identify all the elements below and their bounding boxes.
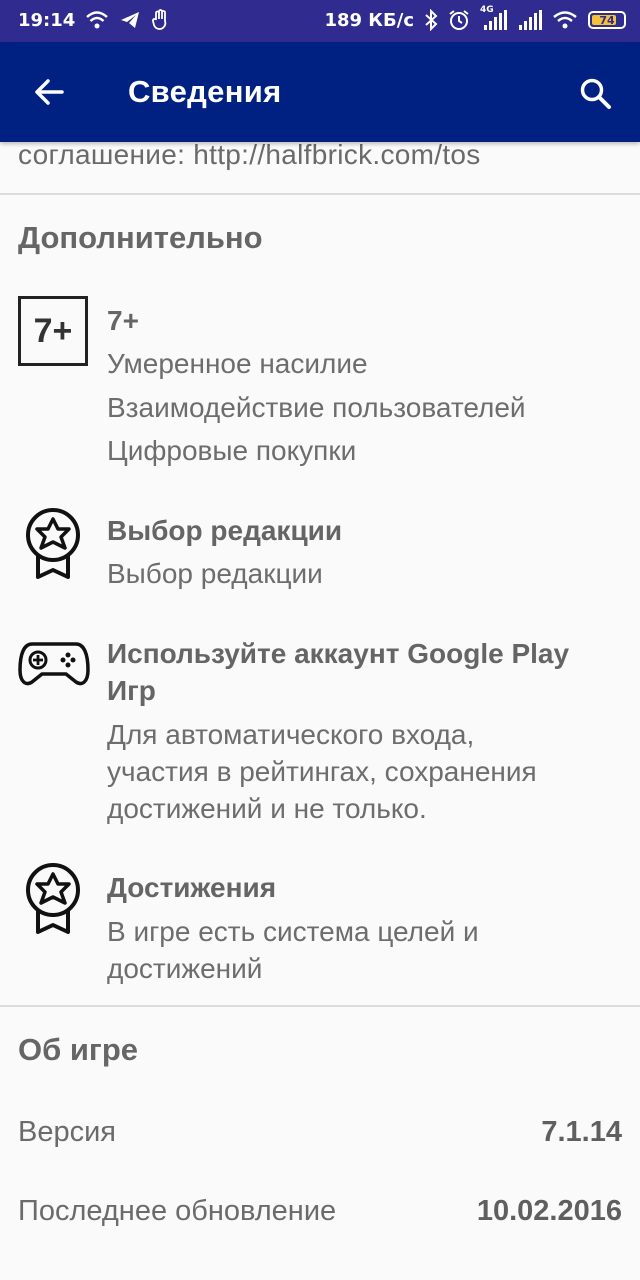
divider [0, 1005, 640, 1007]
editors-choice-text: Выбор редакции [107, 558, 323, 589]
rating-descriptor: Цифровые покупки [107, 435, 357, 466]
achievements-text: достижений [107, 953, 263, 984]
signal-icon [518, 9, 542, 31]
app-bar: Сведения [0, 42, 640, 142]
rating-badge: 7+ [18, 296, 88, 366]
rating-title: 7+ [107, 305, 139, 336]
award-icon [22, 507, 84, 584]
play-games-text: участия в рейтингах, сохранения [107, 756, 537, 787]
rating-badge-icon: 7+ [18, 296, 88, 366]
status-bar: 19:14 189 КБ/с 4G 74 [0, 0, 640, 42]
version-value: 7.1.14 [541, 1116, 622, 1148]
rating-descriptor: Взаимодействие пользователей [107, 392, 526, 423]
version-label: Версия [18, 1116, 117, 1148]
hand-icon [151, 9, 171, 31]
rating-descriptor: Умеренное насилие [107, 348, 368, 379]
alarm-icon [448, 9, 470, 31]
battery-icon: 74 [588, 11, 626, 29]
status-bar-right: 189 КБ/с 4G 74 [324, 5, 626, 31]
editors-choice-title: Выбор редакции [107, 515, 343, 546]
achievements-text: В игре есть система целей и [107, 916, 479, 947]
section-title-additional: Дополнительно [18, 220, 263, 255]
last-update-value: 10.02.2016 [476, 1195, 622, 1227]
play-games-text: Для автоматического входа, [107, 719, 475, 750]
search-icon[interactable] [578, 76, 614, 112]
signal-icon: 4G [480, 5, 508, 31]
status-time: 19:14 [18, 9, 76, 31]
divider [0, 193, 640, 195]
play-games-title: Используйте аккаунт Google Play [107, 638, 570, 669]
gamepad-icon [18, 640, 90, 693]
page-title: Сведения [128, 74, 282, 109]
wifi-icon [85, 9, 109, 31]
arrow-back-icon[interactable] [30, 76, 70, 108]
play-games-title: Игр [107, 675, 156, 706]
award-icon [22, 862, 84, 939]
last-update-label: Последнее обновление [18, 1195, 337, 1227]
network-speed: 189 КБ/с [324, 9, 414, 31]
section-title-about: Об игре [18, 1032, 139, 1067]
wifi-icon [552, 9, 578, 31]
bluetooth-icon [424, 9, 438, 31]
telegram-icon [119, 9, 141, 31]
play-games-text: достижений и не только. [107, 793, 427, 824]
tos-link[interactable]: соглашение: http://halfbrick.com/tos [18, 139, 481, 171]
signal-type-label: 4G [480, 5, 494, 15]
achievements-title: Достижения [107, 872, 277, 903]
status-bar-left: 19:14 [18, 9, 171, 31]
battery-level: 74 [599, 13, 615, 27]
